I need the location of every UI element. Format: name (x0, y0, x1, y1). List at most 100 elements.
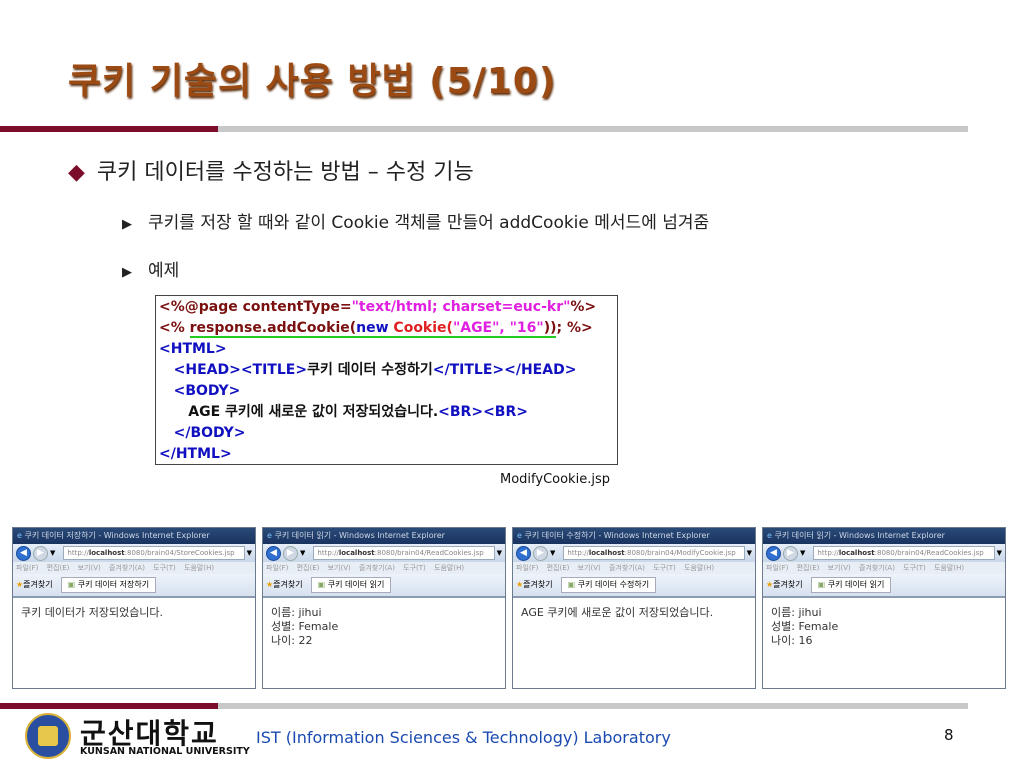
footer-divider (218, 703, 968, 709)
code-token: </BODY> (159, 425, 246, 441)
bullet-main: ◆ 쿠키 데이터를 수정하는 방법 – 수정 기능 (68, 154, 474, 186)
url-field[interactable]: http://localhost:8080/brain04/ModifyCook… (563, 546, 745, 560)
code-token: new (356, 320, 394, 338)
menu-bar[interactable]: 파일(F) 편집(E) 보기(V) 즐겨찾기(A) 도구(T) 도움말(H) (763, 562, 1005, 574)
favorites-button[interactable]: 즐겨찾기 (273, 580, 302, 589)
url-prefix: http:// (67, 549, 89, 557)
dropdown-icon[interactable]: ▼ (50, 549, 55, 557)
url-path: :8080/brain04/ReadCookies.jsp (374, 549, 484, 557)
page-icon: ▣ (67, 580, 76, 589)
menu-bar[interactable]: 파일(F) 편집(E) 보기(V) 즐겨찾기(A) 도구(T) 도움말(H) (13, 562, 255, 574)
url-dropdown-icon[interactable]: ▼ (747, 549, 752, 557)
page-number: 8 (944, 726, 954, 744)
sub-bullet-text: 쿠키를 저장 할 때와 같이 Cookie 객체를 만들어 addCookie … (148, 213, 710, 233)
code-token: </HTML> (159, 446, 232, 462)
page-icon: ▣ (317, 580, 326, 589)
address-bar: ◀ ▶ ▼ http://localhost:8080/brain04/Modi… (513, 544, 755, 562)
content-line: 이름: jihui (771, 606, 822, 619)
url-dropdown-icon[interactable]: ▼ (247, 549, 252, 557)
page-icon: ▣ (817, 580, 826, 589)
tab-bar: ★즐겨찾기 ▣ 쿠키 데이터 수정하기 (513, 574, 755, 598)
code-line: <%@page contentType="text/html; charset=… (159, 297, 614, 318)
window-title-bar: e 쿠키 데이터 수정하기 - Windows Internet Explore… (513, 528, 755, 544)
menu-bar[interactable]: 파일(F) 편집(E) 보기(V) 즐겨찾기(A) 도구(T) 도움말(H) (263, 562, 505, 574)
url-dropdown-icon[interactable]: ▼ (497, 549, 502, 557)
menu-bar[interactable]: 파일(F) 편집(E) 보기(V) 즐겨찾기(A) 도구(T) 도움말(H) (513, 562, 755, 574)
url-field[interactable]: http://localhost:8080/brain04/ReadCookie… (313, 546, 495, 560)
forward-button-icon[interactable]: ▶ (283, 545, 298, 561)
triangle-bullet-icon: ▶ (122, 265, 132, 280)
content-line: 이름: jihui (271, 606, 322, 619)
content-line: 성별: Female (271, 620, 339, 633)
window-title: 쿠키 데이터 읽기 - Windows Internet Explorer (274, 531, 445, 540)
forward-button-icon[interactable]: ▶ (783, 545, 798, 561)
code-token: <% (159, 320, 190, 336)
code-token: <BR><BR> (438, 404, 528, 420)
code-token: <BODY> (159, 383, 241, 399)
footer-divider-accent (0, 703, 218, 709)
lab-name: IST (Information Sciences & Technology) … (256, 728, 671, 747)
favorites-button[interactable]: 즐겨찾기 (523, 580, 552, 589)
url-dropdown-icon[interactable]: ▼ (997, 549, 1002, 557)
tab-bar: ★즐겨찾기 ▣ 쿠키 데이터 저장하기 (13, 574, 255, 598)
dropdown-icon[interactable]: ▼ (550, 549, 555, 557)
url-path: :8080/brain04/ReadCookies.jsp (874, 549, 984, 557)
slide-title: 쿠키 기술의 사용 방법 (5/10) (68, 61, 557, 102)
browser-window-screenshot: e 쿠키 데이터 읽기 - Windows Internet Explorer … (262, 527, 506, 689)
address-bar: ◀ ▶ ▼ http://localhost:8080/brain04/Read… (263, 544, 505, 562)
code-token: <HEAD><TITLE> (159, 362, 308, 378)
forward-button-icon[interactable]: ▶ (33, 545, 48, 561)
back-button-icon[interactable]: ◀ (516, 545, 531, 561)
code-token: "text/html; charset=euc-kr" (351, 299, 571, 315)
code-token: </TITLE></HEAD> (432, 362, 577, 378)
code-token: )) (543, 320, 557, 338)
code-token: Cookie( (393, 320, 453, 338)
window-title-bar: e 쿠키 데이터 읽기 - Windows Internet Explorer (263, 528, 505, 544)
code-line: <BODY> (159, 381, 614, 402)
url-prefix: http:// (817, 549, 839, 557)
sub-bullet: ▶ 쿠키를 저장 할 때와 같이 Cookie 객체를 만들어 addCookie… (122, 208, 709, 233)
code-line: </BODY> (159, 423, 614, 444)
url-prefix: http:// (567, 549, 589, 557)
url-field[interactable]: http://localhost:8080/brain04/StoreCooki… (63, 546, 245, 560)
code-line: <HTML> (159, 339, 614, 360)
sub-bullet: ▶ 예제 (122, 256, 179, 281)
code-caption: ModifyCookie.jsp (500, 472, 610, 487)
code-token: "AGE", "16" (452, 320, 544, 338)
url-host: localhost (88, 549, 125, 557)
dropdown-icon[interactable]: ▼ (800, 549, 805, 557)
url-path: :8080/brain04/StoreCookies.jsp (124, 549, 235, 557)
ie-icon: e (517, 531, 522, 540)
url-path: :8080/brain04/ModifyCookie.jsp (624, 549, 736, 557)
back-button-icon[interactable]: ◀ (266, 545, 281, 561)
back-button-icon[interactable]: ◀ (16, 545, 31, 561)
browser-tab[interactable]: ▣ 쿠키 데이터 저장하기 (60, 577, 157, 593)
tab-label: 쿠키 데이터 읽기 (827, 580, 885, 589)
favorites-button[interactable]: 즐겨찾기 (773, 580, 802, 589)
code-listing: <%@page contentType="text/html; charset=… (155, 295, 618, 465)
browser-tab[interactable]: ▣ 쿠키 데이터 수정하기 (560, 577, 657, 593)
content-line: 나이: 16 (771, 634, 813, 647)
address-bar: ◀ ▶ ▼ http://localhost:8080/brain04/Stor… (13, 544, 255, 562)
browser-tab[interactable]: ▣ 쿠키 데이터 읽기 (310, 577, 392, 593)
code-line: AGE 쿠키에 새로운 값이 저장되었습니다.<BR><BR> (159, 402, 614, 423)
browser-window-screenshot: e 쿠키 데이터 저장하기 - Windows Internet Explore… (12, 527, 256, 689)
triangle-bullet-icon: ▶ (122, 217, 132, 232)
favorites-button[interactable]: 즐겨찾기 (23, 580, 52, 589)
tab-bar: ★즐겨찾기 ▣ 쿠키 데이터 읽기 (263, 574, 505, 598)
browser-window-screenshot: e 쿠키 데이터 수정하기 - Windows Internet Explore… (512, 527, 756, 689)
ie-icon: e (767, 531, 772, 540)
ie-icon: e (17, 531, 22, 540)
code-line: </HTML> (159, 444, 614, 465)
forward-button-icon[interactable]: ▶ (533, 545, 548, 561)
back-button-icon[interactable]: ◀ (766, 545, 781, 561)
code-line: <HEAD><TITLE>쿠키 데이터 수정하기</TITLE></HEAD> (159, 360, 614, 381)
tab-bar: ★즐겨찾기 ▣ 쿠키 데이터 읽기 (763, 574, 1005, 598)
url-host: localhost (838, 549, 875, 557)
dropdown-icon[interactable]: ▼ (300, 549, 305, 557)
code-token: <HTML> (159, 341, 227, 357)
url-field[interactable]: http://localhost:8080/brain04/ReadCookie… (813, 546, 995, 560)
browser-tab[interactable]: ▣ 쿠키 데이터 읽기 (810, 577, 892, 593)
content-line: 나이: 22 (271, 634, 313, 647)
page-icon: ▣ (567, 580, 576, 589)
